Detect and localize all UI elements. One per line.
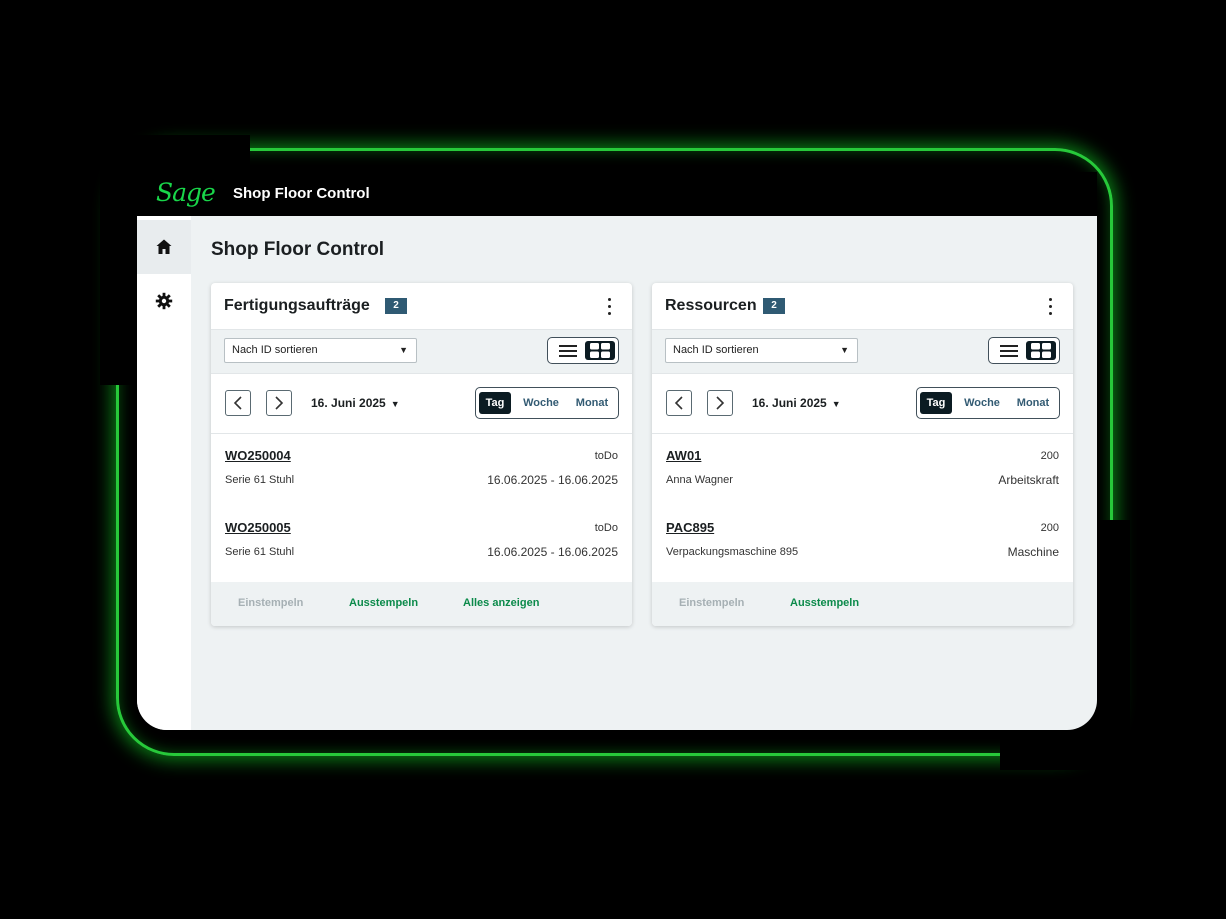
resource-type: Maschine xyxy=(1007,545,1059,559)
card-resources: Ressourcen 2 Nach ID sortieren ▼ 16. Jun… xyxy=(652,283,1073,626)
chevron-right-icon xyxy=(275,396,284,410)
period-switch: Tag Woche Monat xyxy=(916,387,1060,419)
list-item: WO250004 Serie 61 Stuhl toDo 16.06.2025 … xyxy=(211,434,632,506)
card-toolbar: Nach ID sortieren ▼ xyxy=(652,329,1073,374)
period-week[interactable]: Woche xyxy=(516,392,566,414)
chevron-down-icon: ▼ xyxy=(831,399,841,409)
date-label: 16. Juni 2025 xyxy=(752,396,827,410)
list-view-button[interactable] xyxy=(995,342,1023,359)
chevron-down-icon: ▼ xyxy=(390,399,400,409)
order-date-range: 16.06.2025 - 16.06.2025 xyxy=(487,545,618,559)
date-bar: 16. Juni 2025 ▼ Tag Woche Monat xyxy=(652,373,1073,434)
card-title: Ressourcen xyxy=(665,297,757,314)
chevron-left-icon xyxy=(674,396,683,410)
clock-out-button[interactable]: Ausstempeln xyxy=(790,597,859,609)
date-label: 16. Juni 2025 xyxy=(311,396,386,410)
count-badge: 2 xyxy=(385,298,407,314)
date-picker[interactable]: 16. Juni 2025 ▼ xyxy=(752,396,841,410)
sidebar xyxy=(137,216,191,730)
card-header: Fertigungsaufträge 2 xyxy=(211,283,632,329)
resource-value: 200 xyxy=(1040,522,1059,534)
order-id-link[interactable]: WO250004 xyxy=(225,448,291,463)
card-footer: Einstempeln Ausstempeln Alles anzeigen xyxy=(211,582,632,626)
sidebar-item-home[interactable] xyxy=(137,220,191,274)
order-id-link[interactable]: WO250005 xyxy=(225,520,291,535)
gear-icon xyxy=(155,292,173,310)
header-title: Shop Floor Control xyxy=(233,185,370,202)
view-toggle xyxy=(988,337,1060,364)
grid-icon xyxy=(1031,343,1051,358)
card-production-orders: Fertigungsaufträge 2 Nach ID sortieren ▼ xyxy=(211,283,632,626)
order-description: Serie 61 Stuhl xyxy=(225,546,295,558)
card-header: Ressourcen 2 xyxy=(652,283,1073,329)
grid-icon xyxy=(590,343,610,358)
sort-select-value: Nach ID sortieren xyxy=(673,344,759,356)
period-switch: Tag Woche Monat xyxy=(475,387,619,419)
chevron-left-icon xyxy=(233,396,242,410)
chevron-down-icon: ▼ xyxy=(399,345,408,355)
resource-id-link[interactable]: PAC895 xyxy=(666,520,714,535)
more-options-icon[interactable] xyxy=(1047,296,1053,316)
order-date-range: 16.06.2025 - 16.06.2025 xyxy=(487,473,618,487)
list-item: AW01 Anna Wagner 200 Arbeitskraft xyxy=(652,434,1073,506)
resource-type: Arbeitskraft xyxy=(998,473,1059,487)
sort-select[interactable]: Nach ID sortieren ▼ xyxy=(224,338,417,363)
clock-out-button[interactable]: Ausstempeln xyxy=(349,597,418,609)
sort-select[interactable]: Nach ID sortieren ▼ xyxy=(665,338,858,363)
sage-logo: Sage xyxy=(156,178,216,207)
home-icon xyxy=(156,239,172,254)
previous-button[interactable] xyxy=(666,390,692,416)
chevron-right-icon xyxy=(716,396,725,410)
period-day[interactable]: Tag xyxy=(479,392,511,414)
resource-id-link[interactable]: AW01 xyxy=(666,448,701,463)
period-week[interactable]: Woche xyxy=(957,392,1007,414)
period-month[interactable]: Monat xyxy=(1009,392,1057,414)
card-footer: Einstempeln Ausstempeln xyxy=(652,582,1073,626)
date-picker[interactable]: 16. Juni 2025 ▼ xyxy=(311,396,400,410)
sort-select-value: Nach ID sortieren xyxy=(232,344,318,356)
list-icon xyxy=(1000,344,1018,357)
list-item: PAC895 Verpackungsmaschine 895 200 Masch… xyxy=(652,506,1073,578)
show-all-button[interactable]: Alles anzeigen xyxy=(463,597,539,609)
date-bar: 16. Juni 2025 ▼ Tag Woche Monat xyxy=(211,373,632,434)
order-status: toDo xyxy=(594,522,618,534)
view-toggle xyxy=(547,337,619,364)
more-options-icon[interactable] xyxy=(606,296,612,316)
clock-in-button[interactable]: Einstempeln xyxy=(238,597,303,609)
app-window: Shop Floor Control Fertigungsaufträge 2 … xyxy=(137,216,1097,730)
next-button[interactable] xyxy=(707,390,733,416)
next-button[interactable] xyxy=(266,390,292,416)
period-month[interactable]: Monat xyxy=(568,392,616,414)
sidebar-item-settings[interactable] xyxy=(137,274,191,328)
card-title: Fertigungsaufträge xyxy=(224,297,370,314)
grid-view-button[interactable] xyxy=(585,341,615,360)
resource-value: 200 xyxy=(1040,450,1059,462)
count-badge: 2 xyxy=(763,298,785,314)
resource-name: Verpackungsmaschine 895 xyxy=(666,546,799,558)
previous-button[interactable] xyxy=(225,390,251,416)
page-title: Shop Floor Control xyxy=(211,239,385,260)
card-toolbar: Nach ID sortieren ▼ xyxy=(211,329,632,374)
order-description: Serie 61 Stuhl xyxy=(225,474,295,486)
resource-name: Anna Wagner xyxy=(666,474,733,486)
order-status: toDo xyxy=(594,450,618,462)
chevron-down-icon: ▼ xyxy=(840,345,849,355)
clock-in-button[interactable]: Einstempeln xyxy=(679,597,744,609)
list-icon xyxy=(559,344,577,357)
grid-view-button[interactable] xyxy=(1026,341,1056,360)
list-item: WO250005 Serie 61 Stuhl toDo 16.06.2025 … xyxy=(211,506,632,578)
period-day[interactable]: Tag xyxy=(920,392,952,414)
list-view-button[interactable] xyxy=(554,342,582,359)
